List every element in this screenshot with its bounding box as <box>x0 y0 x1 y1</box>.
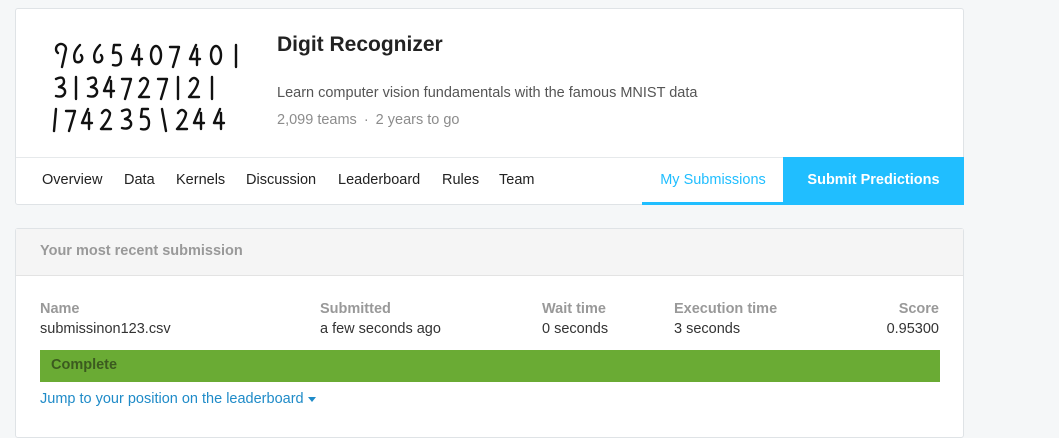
submitted-label: Submitted <box>320 301 391 317</box>
competition-header-card: Digit Recognizer Learn computer vision f… <box>15 8 964 205</box>
status-complete-bar: Complete <box>40 350 940 382</box>
team-count: 2,099 teams <box>277 112 357 128</box>
competition-meta: 2,099 teams · 2 years to go <box>277 112 459 128</box>
jump-link-label: Jump to your position on the leaderboard <box>40 391 304 407</box>
deadline: 2 years to go <box>375 112 460 128</box>
score-column: Score 0.95300 <box>887 301 939 337</box>
recent-submission-heading: Your most recent submission <box>16 229 963 276</box>
jump-to-leaderboard-link[interactable]: Jump to your position on the leaderboard <box>40 391 316 407</box>
wait-time-column: Wait time 0 seconds <box>542 301 608 337</box>
meta-separator: · <box>363 112 369 128</box>
competition-title: Digit Recognizer <box>277 33 443 56</box>
tab-discussion[interactable]: Discussion <box>246 158 316 205</box>
competition-description: Learn computer vision fundamentals with … <box>277 85 698 101</box>
competition-tabs: Overview Data Kernels Discussion Leaderb… <box>16 157 964 206</box>
tab-my-submissions[interactable]: My Submissions <box>642 158 784 205</box>
mnist-digits-image <box>52 42 238 133</box>
submitted-column: Submitted a few seconds ago <box>320 301 441 337</box>
name-value: submissinon123.csv <box>40 321 171 337</box>
score-label: Score <box>898 301 939 317</box>
submit-predictions-button[interactable]: Submit Predictions <box>783 157 964 205</box>
execution-time-label: Execution time <box>674 301 778 317</box>
execution-time-column: Execution time 3 seconds <box>674 301 777 337</box>
tab-overview[interactable]: Overview <box>42 158 102 205</box>
name-column: Name submissinon123.csv <box>40 301 171 337</box>
wait-time-label: Wait time <box>542 301 606 317</box>
submitted-value: a few seconds ago <box>320 321 441 337</box>
score-value: 0.95300 <box>886 321 939 337</box>
caret-down-icon <box>307 396 316 402</box>
wait-time-value: 0 seconds <box>542 321 609 337</box>
tab-data[interactable]: Data <box>124 158 155 205</box>
execution-time-value: 3 seconds <box>674 321 741 337</box>
recent-submission-card: Your most recent submission Name submiss… <box>15 228 964 438</box>
tab-leaderboard[interactable]: Leaderboard <box>338 158 420 205</box>
tab-rules[interactable]: Rules <box>442 158 479 205</box>
tab-kernels[interactable]: Kernels <box>176 158 225 205</box>
tab-team[interactable]: Team <box>499 158 534 205</box>
name-label: Name <box>40 301 80 317</box>
